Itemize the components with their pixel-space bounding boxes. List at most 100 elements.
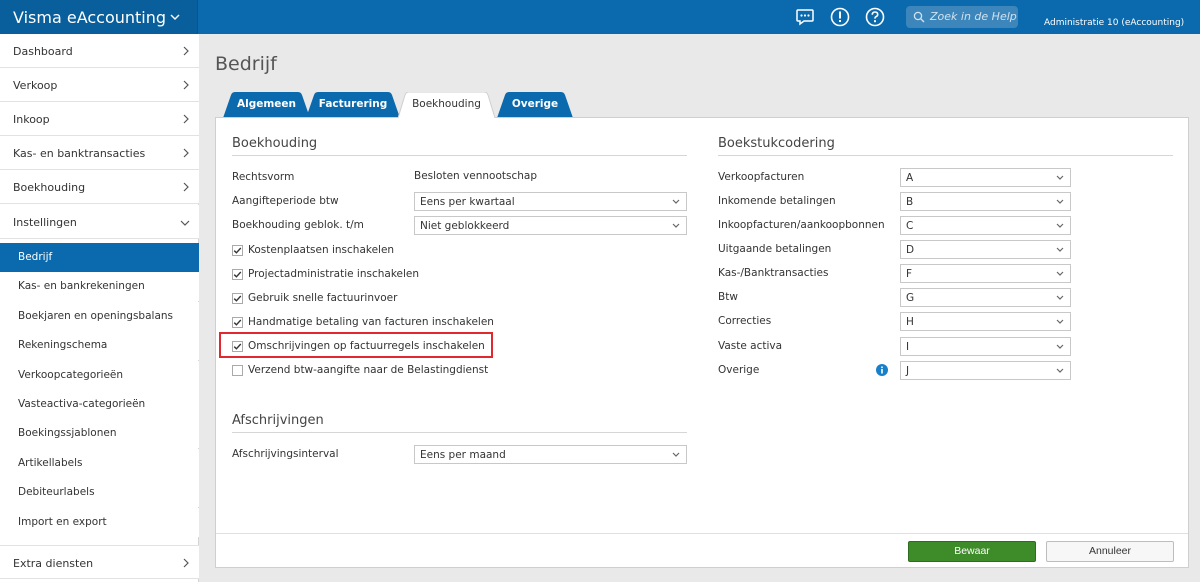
sidebar-item-label: Instellingen: [13, 216, 77, 229]
tab-label: Boekhouding: [412, 98, 481, 110]
geblokkeerd-label: Boekhouding geblok. t/m: [232, 219, 364, 231]
checkbox-projectadministratie[interactable]: Projectadministratie inschakelen: [232, 267, 532, 283]
code-row-label: Btw: [718, 291, 738, 303]
checkbox-unchecked-icon[interactable]: [232, 365, 243, 376]
sidebar-subitem-verkoopcategorieen[interactable]: Verkoopcategorieën: [0, 361, 199, 390]
rechtsvorm-label: Rechtsvorm: [232, 171, 295, 183]
section-title-afschrijvingen: Afschrijvingen: [232, 413, 324, 428]
checkbox-snelle-factuurinvoer[interactable]: Gebruik snelle factuurinvoer: [232, 291, 532, 307]
sidebar-item-dashboard[interactable]: Dashboard: [0, 34, 199, 68]
select-value: H: [906, 316, 914, 328]
top-bar: Visma eAccounting Zoek in de Help Admini…: [0, 0, 1200, 34]
checkbox-kostenplaatsen[interactable]: Kostenplaatsen inschakelen: [232, 243, 532, 259]
settings-panel: Boekhouding Rechtsvorm Besloten vennoots…: [215, 117, 1189, 568]
sidebar-item-boekhouding[interactable]: Boekhouding: [0, 170, 199, 204]
chevron-down-icon: [170, 14, 180, 20]
chevron-down-icon: [672, 199, 680, 204]
sidebar-subitem-boekjaren[interactable]: Boekjaren en openingsbalans: [0, 302, 199, 331]
code-row-label: Kas-/Banktransacties: [718, 267, 829, 279]
sidebar-subitem-rekeningschema[interactable]: Rekeningschema: [0, 331, 199, 360]
cancel-button[interactable]: Annuleer: [1046, 541, 1174, 562]
sidebar-subitem-bedrijf[interactable]: Bedrijf: [0, 243, 199, 272]
tab-boekhouding[interactable]: Boekhouding: [398, 92, 495, 118]
checkbox-verzend-btw-aangifte[interactable]: Verzend btw-aangifte naar de Belastingdi…: [232, 363, 532, 379]
chevron-down-icon: [1056, 344, 1064, 349]
section-divider: [232, 432, 687, 433]
code-row-label: Correcties: [718, 315, 772, 327]
afschrijvingsinterval-label: Afschrijvingsinterval: [232, 448, 339, 460]
help-search-input[interactable]: Zoek in de Help: [906, 6, 1018, 28]
chevron-down-icon: [1056, 368, 1064, 373]
sidebar-subitem-label: Artikellabels: [18, 457, 83, 469]
checkbox-omschrijvingen-factuurregels[interactable]: Omschrijvingen op factuurregels inschake…: [232, 339, 488, 355]
chevron-down-icon: [1056, 199, 1064, 204]
sidebar-subitem-label: Vasteactiva-categorieën: [18, 398, 146, 410]
code-select-inkomende-betalingen[interactable]: B: [900, 192, 1071, 211]
checkbox-checked-icon[interactable]: [232, 293, 243, 304]
code-select-kas-banktransacties[interactable]: F: [900, 264, 1071, 283]
sidebar-item-kas-banktransacties[interactable]: Kas- en banktransacties: [0, 136, 199, 170]
search-placeholder: Zoek in de Help: [930, 10, 1017, 23]
section-title-boekstukcodering: Boekstukcodering: [718, 136, 835, 151]
save-button[interactable]: Bewaar: [908, 541, 1036, 562]
alert-icon[interactable]: [829, 6, 851, 28]
sidebar-item-verkoop[interactable]: Verkoop: [0, 68, 199, 102]
chevron-right-icon: [183, 114, 189, 124]
help-icon[interactable]: [864, 6, 886, 28]
checkbox-checked-icon[interactable]: [232, 341, 243, 352]
sidebar-subitem-label: Boekingssjablonen: [18, 427, 117, 439]
tab-facturering[interactable]: Facturering: [306, 92, 400, 118]
sidebar-subitem-vasteactiva-categorieen[interactable]: Vasteactiva-categorieën: [0, 390, 199, 419]
sidebar-subitem-boekingssjablonen[interactable]: Boekingssjablonen: [0, 419, 199, 448]
code-select-correcties[interactable]: H: [900, 312, 1071, 331]
sidebar-subitem-label: Rekeningschema: [18, 339, 108, 351]
sidebar-subitem-import-export[interactable]: Import en export: [0, 508, 199, 537]
checkbox-label: Projectadministratie inschakelen: [248, 268, 420, 280]
administration-switcher[interactable]: Administratie 10 (eAccounting): [1044, 18, 1184, 28]
code-select-inkoopfacturen[interactable]: C: [900, 216, 1071, 235]
sidebar-item-extra-diensten[interactable]: Extra diensten: [0, 545, 199, 579]
sidebar-subitem-label: Boekjaren en openingsbalans: [18, 310, 173, 322]
code-select-vaste-activa[interactable]: I: [900, 337, 1071, 356]
checkbox-checked-icon[interactable]: [232, 317, 243, 328]
code-select-uitgaande-betalingen[interactable]: D: [900, 240, 1071, 259]
sidebar-item-inkoop[interactable]: Inkoop: [0, 102, 199, 136]
tab-label: Facturering: [318, 98, 388, 110]
afschrijvingsinterval-select[interactable]: Eens per maand: [414, 445, 687, 464]
checkbox-checked-icon[interactable]: [232, 245, 243, 256]
sidebar: Dashboard Verkoop Inkoop Kas- en banktra…: [0, 34, 199, 582]
select-value: I: [906, 341, 910, 353]
section-divider: [232, 155, 687, 156]
geblokkeerd-select[interactable]: Niet geblokkeerd: [414, 216, 687, 235]
app-switcher[interactable]: Visma eAccounting: [0, 0, 198, 34]
checkbox-checked-icon[interactable]: [232, 269, 243, 280]
chevron-down-icon: [1056, 295, 1064, 300]
code-row-label: Uitgaande betalingen: [718, 243, 832, 255]
sidebar-item-label: Verkoop: [13, 79, 58, 92]
sidebar-item-instellingen[interactable]: Instellingen: [0, 205, 199, 239]
info-icon[interactable]: [876, 364, 888, 376]
tab-algemeen[interactable]: Algemeen: [223, 92, 310, 118]
aangifteperiode-select[interactable]: Eens per kwartaal: [414, 192, 687, 211]
code-select-overige[interactable]: J: [900, 361, 1071, 380]
chevron-down-icon: [1056, 271, 1064, 276]
app-title: Visma eAccounting: [13, 8, 167, 27]
chat-icon[interactable]: [794, 6, 816, 28]
search-icon: [913, 11, 925, 23]
select-value: F: [906, 268, 913, 280]
tab-overige[interactable]: Overige: [497, 92, 573, 118]
sidebar-subitem-kas-bankrekeningen[interactable]: Kas- en bankrekeningen: [0, 272, 199, 301]
checkbox-handmatige-betaling[interactable]: Handmatige betaling van facturen inschak…: [232, 315, 532, 331]
code-select-btw[interactable]: G: [900, 288, 1071, 307]
page-title: Bedrijf: [215, 53, 277, 75]
aangifteperiode-label: Aangifteperiode btw: [232, 195, 339, 207]
code-row-label: Overige: [718, 364, 760, 376]
chevron-right-icon: [183, 558, 189, 568]
sidebar-item-label: Inkoop: [13, 113, 50, 126]
code-select-verkoopfacturen[interactable]: A: [900, 168, 1071, 187]
sidebar-subitem-debiteurlabels[interactable]: Debiteurlabels: [0, 478, 199, 507]
sidebar-subitem-artikellabels[interactable]: Artikellabels: [0, 449, 199, 478]
tab-label: Algemeen: [236, 98, 297, 110]
sidebar-subitem-label: Bedrijf: [18, 251, 53, 263]
chevron-right-icon: [183, 148, 189, 158]
